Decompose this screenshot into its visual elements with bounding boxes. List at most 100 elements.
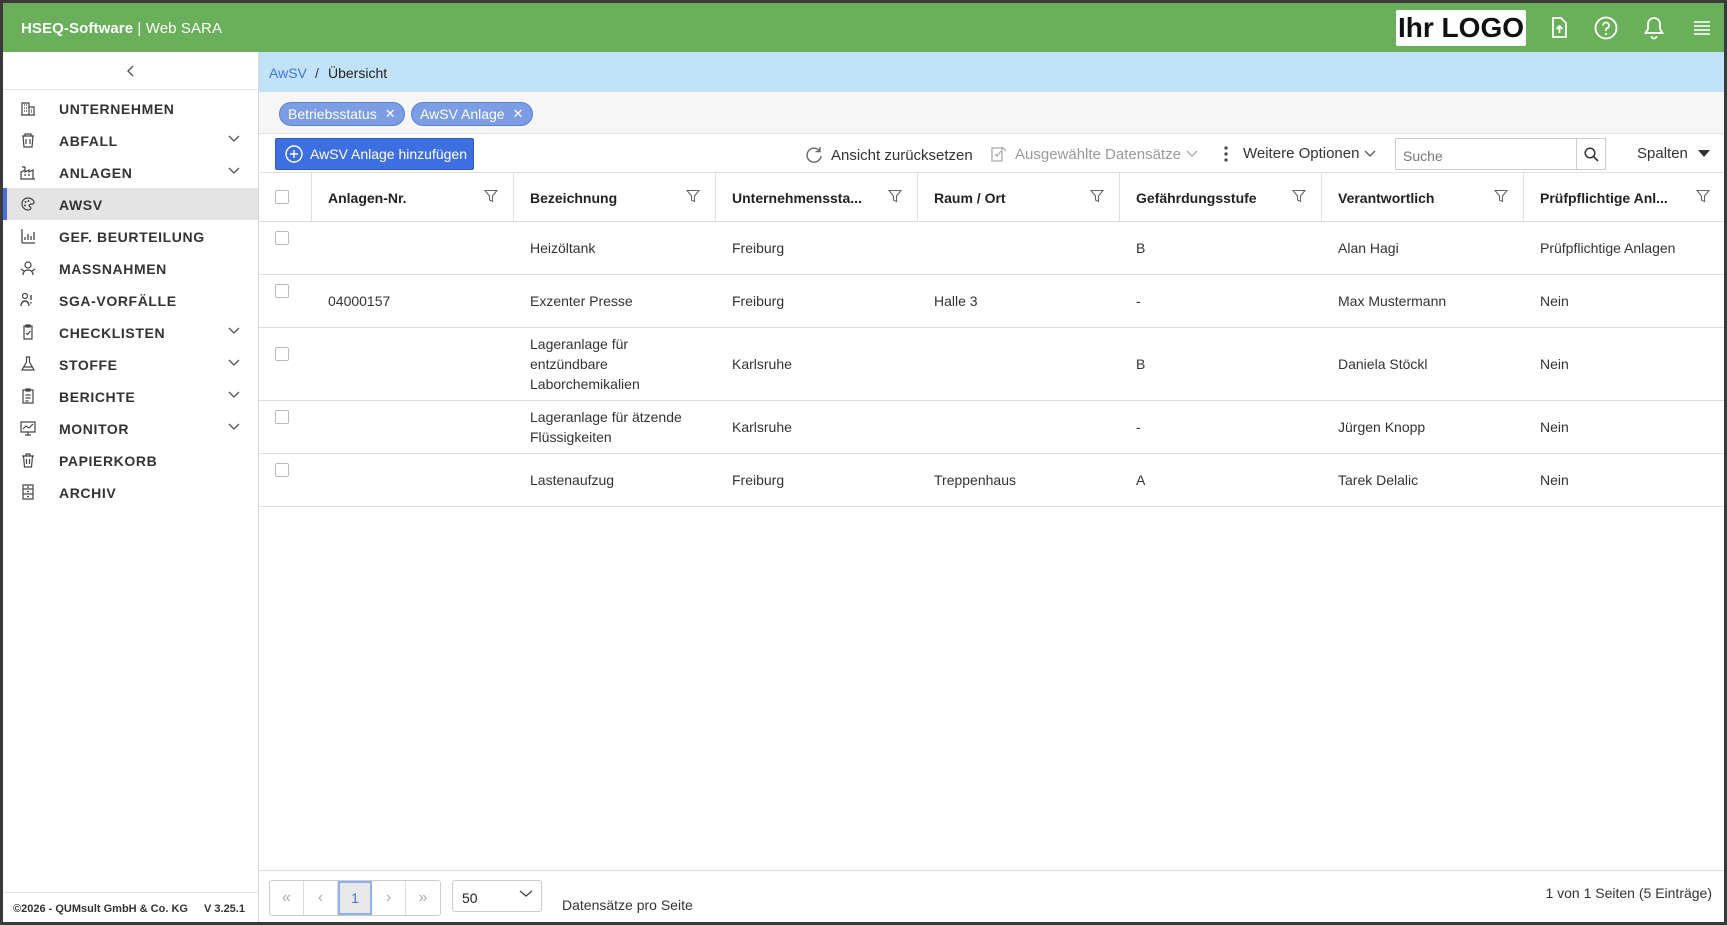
select-all-checkbox[interactable] <box>275 190 289 204</box>
filter-icon[interactable] <box>1494 189 1508 203</box>
cell-bezeichnung: Lastenaufzug <box>530 472 615 488</box>
sidebar-item-unternehmen[interactable]: UNTERNEHMEN <box>3 92 258 124</box>
chevron-left-icon <box>127 65 134 76</box>
close-icon[interactable]: ✕ <box>513 106 524 122</box>
sidebar-item-label: MONITOR <box>59 421 130 437</box>
previous-page-button[interactable]: ‹ <box>304 881 338 915</box>
column-header-anlagen-nr[interactable]: Anlagen-Nr. <box>312 173 514 222</box>
table-header: Anlagen-Nr. Bezeichnung Unternehmenssta.… <box>259 173 1724 222</box>
cell-verantwortlich: Max Mustermann <box>1338 293 1447 309</box>
filter-icon[interactable] <box>686 189 700 203</box>
sidebar-item-label: ABFALL <box>59 133 118 149</box>
first-page-button[interactable]: « <box>270 881 304 915</box>
sidebar-item-label: ANLAGEN <box>59 165 133 181</box>
column-label: Gefährdungsstufe <box>1136 190 1257 206</box>
cell-verantwortlich: Daniela Stöckl <box>1338 356 1428 372</box>
chevron-down-icon <box>228 327 240 334</box>
filter-icon[interactable] <box>484 189 498 203</box>
cell-bezeichnung-line-2: Flüssigkeiten <box>530 429 612 445</box>
table-row[interactable]: Lastenaufzug Freiburg Treppenhaus A Tare… <box>259 454 1724 507</box>
table-row[interactable]: Lageranlage für ätzende Flüssigkeiten Ka… <box>259 401 1724 454</box>
row-checkbox[interactable] <box>275 231 289 245</box>
sidebar-item-sga-vorfaelle[interactable]: SGA-VORFÄLLE <box>3 284 258 316</box>
cell-bezeichnung-line-1: Lageranlage für <box>530 336 629 352</box>
app-brand: HSEQ-Software | Web SARA <box>21 20 222 37</box>
last-page-button[interactable]: » <box>406 881 440 915</box>
row-checkbox[interactable] <box>275 284 289 298</box>
cell-pruefpflichtig: Nein <box>1540 419 1569 435</box>
sidebar-item-papierkorb[interactable]: PAPIERKORB <box>3 444 258 476</box>
close-icon[interactable]: ✕ <box>385 106 396 122</box>
bell-icon[interactable] <box>1641 15 1667 41</box>
column-header-unternehmensstandort[interactable]: Unternehmenssta... <box>716 173 918 222</box>
filter-icon[interactable] <box>1696 189 1710 203</box>
chevron-down-icon <box>1186 150 1198 157</box>
page-size-select[interactable]: 50 <box>452 880 542 912</box>
sidebar-item-awsv[interactable]: AWSV <box>3 188 258 220</box>
selected-records-dropdown[interactable]: Ausgewählte Datensätze <box>990 145 1198 163</box>
filter-icon[interactable] <box>1292 189 1306 203</box>
filter-chip-awsv-anlage[interactable]: AwSV Anlage ✕ <box>411 102 533 126</box>
table-row[interactable]: Heizöltank Freiburg B Alan Hagi Prüfpfli… <box>259 222 1724 275</box>
menu-icon[interactable] <box>1689 15 1715 41</box>
breadcrumb-link-awsv[interactable]: AwSV <box>269 65 307 81</box>
cell-bezeichnung-line-2: entzündbare <box>530 356 608 372</box>
sidebar-item-checklisten[interactable]: CHECKLISTEN <box>3 316 258 348</box>
sidebar-item-stoffe[interactable]: STOFFE <box>3 348 258 380</box>
checkbox-edit-icon <box>991 146 1007 162</box>
columns-dropdown[interactable]: Spalten <box>1637 145 1711 162</box>
row-checkbox[interactable] <box>275 410 289 424</box>
row-checkbox[interactable] <box>275 463 289 477</box>
cell-standort: Freiburg <box>732 472 785 488</box>
add-awsv-anlage-button[interactable]: AwSV Anlage hinzufügen <box>275 138 474 170</box>
sidebar: UNTERNEHMEN ABFALL ANLAGEN AWSV GEF. BEU… <box>3 52 259 922</box>
sidebar-item-abfall[interactable]: ABFALL <box>3 124 258 156</box>
more-vertical-icon <box>1224 145 1228 162</box>
sidebar-item-gef-beurteilung[interactable]: GEF. BEURTEILUNG <box>3 220 258 252</box>
chevron-down-icon <box>519 890 533 897</box>
plus-circle-icon <box>285 145 303 163</box>
sidebar-item-anlagen[interactable]: ANLAGEN <box>3 156 258 188</box>
column-header-raum-ort[interactable]: Raum / Ort <box>918 173 1120 222</box>
sidebar-item-archiv[interactable]: ARCHIV <box>3 476 258 508</box>
cell-bezeichnung: Heizöltank <box>530 240 596 256</box>
filter-chip-betriebsstatus[interactable]: Betriebsstatus ✕ <box>279 102 405 126</box>
sidebar-item-massnahmen[interactable]: MASSNAHMEN <box>3 252 258 284</box>
building-icon <box>21 102 35 116</box>
sidebar-collapse-button[interactable] <box>3 52 259 90</box>
monitor-icon <box>20 421 36 436</box>
sidebar-item-label: UNTERNEHMEN <box>59 101 175 117</box>
sidebar-item-label: AWSV <box>59 197 103 213</box>
sidebar-item-label: ARCHIV <box>59 485 117 501</box>
trash-icon <box>22 453 34 468</box>
toolbar: AwSV Anlage hinzufügen Ansicht zurückset… <box>259 134 1724 173</box>
file-upload-icon[interactable] <box>1546 15 1572 41</box>
company-logo: Ihr LOGO <box>1396 10 1526 46</box>
chip-label: AwSV Anlage <box>420 106 505 122</box>
filter-icon[interactable] <box>1090 189 1104 203</box>
copyright-text: ©2026 - QUMsult GmbH & Co. KG <box>13 903 188 915</box>
sidebar-item-monitor[interactable]: MONITOR <box>3 412 258 444</box>
sidebar-item-berichte[interactable]: BERICHTE <box>3 380 258 412</box>
table-row[interactable]: 04000157 Exzenter Presse Freiburg Halle … <box>259 275 1724 328</box>
cell-pruefpflichtig: Nein <box>1540 356 1569 372</box>
table-row[interactable]: Lageranlage für entzündbare Laborchemika… <box>259 328 1724 401</box>
next-page-button[interactable]: › <box>372 881 406 915</box>
add-button-label: AwSV Anlage hinzufügen <box>310 146 467 162</box>
cell-bezeichnung-line-3: Laborchemikalien <box>530 376 640 392</box>
search-input[interactable]: Suche <box>1395 138 1576 170</box>
help-icon[interactable] <box>1593 15 1619 41</box>
column-header-gefaehrdungsstufe[interactable]: Gefährdungsstufe <box>1120 173 1322 222</box>
page-1-button[interactable]: 1 <box>338 881 372 915</box>
column-header-pruefpflichtige-anlagen[interactable]: Prüfpflichtige Anl... <box>1524 173 1724 222</box>
row-checkbox[interactable] <box>275 347 289 361</box>
chevron-down-icon <box>228 391 240 398</box>
column-header-verantwortlich[interactable]: Verantwortlich <box>1322 173 1524 222</box>
selected-records-label: Ausgewählte Datensätze <box>1015 145 1181 163</box>
filter-icon[interactable] <box>888 189 902 203</box>
search-button[interactable] <box>1576 138 1606 170</box>
cell-standort: Karlsruhe <box>732 356 792 372</box>
reset-view-button[interactable]: Ansicht zurücksetzen <box>804 145 973 165</box>
column-header-bezeichnung[interactable]: Bezeichnung <box>514 173 716 222</box>
more-options-dropdown[interactable]: Weitere Optionen <box>1223 145 1376 162</box>
